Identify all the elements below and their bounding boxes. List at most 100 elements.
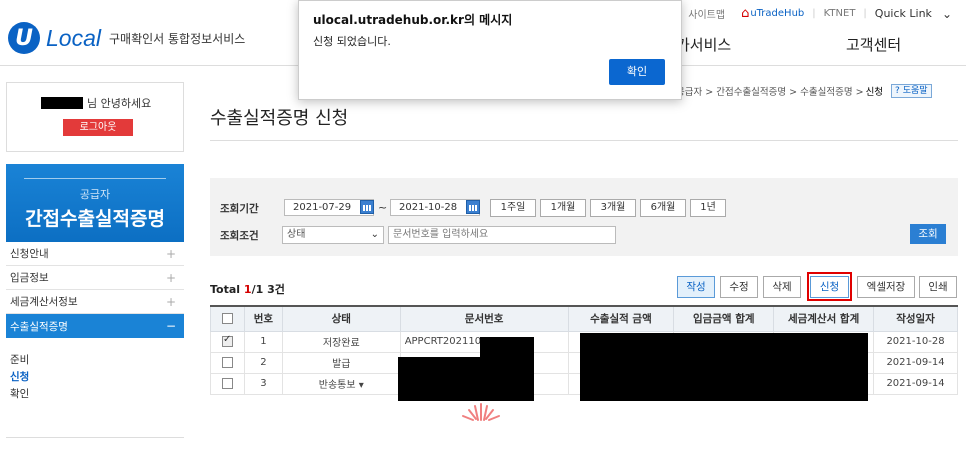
column-header: 수출실적 금액 xyxy=(567,305,675,332)
sidebar-item-export-proof[interactable]: 수출실적증명 − xyxy=(6,314,184,338)
status-select-value: 상태 xyxy=(287,229,306,240)
ktnet-link[interactable]: KTNET xyxy=(824,8,856,19)
gnb-customer-center[interactable]: 고객센터 xyxy=(846,34,901,55)
divider: | xyxy=(863,8,867,19)
breadcrumb-current: 신청 xyxy=(865,87,884,98)
select-all-checkbox[interactable] xyxy=(221,313,233,325)
total-count: Total 1/1 3건 xyxy=(210,281,285,297)
submenu-item-prepare[interactable]: 준비 xyxy=(10,352,184,369)
help-icon: ? xyxy=(895,86,900,96)
period-3month-button[interactable]: 3개월 xyxy=(590,199,636,217)
status-select[interactable]: 상태 ⌄ xyxy=(282,226,384,244)
minus-icon: − xyxy=(165,319,176,333)
table-header-row: 번호 상태 문서번호 수출실적 금액 입금금액 합계 세금계산서 합계 작성일자 xyxy=(210,305,958,332)
utradehub-label: uTradeHub xyxy=(750,8,805,19)
search-panel: 조회기간 2021-07-29 ~ 2021-10-28 1주일 1개월 3개월… xyxy=(210,178,958,256)
doc-number-input[interactable]: 문서번호를 입력하세요 xyxy=(388,226,616,244)
utradehub-link[interactable]: ⌂ uTradeHub xyxy=(733,6,804,21)
divider xyxy=(210,140,958,141)
excel-save-button[interactable]: 엑셀저장 xyxy=(857,276,915,298)
period-1week-button[interactable]: 1주일 xyxy=(490,199,536,217)
submenu-item-apply[interactable]: 신청 xyxy=(10,369,184,386)
redaction-mask xyxy=(580,333,868,401)
sitemap-link[interactable]: 사이트맵 xyxy=(688,6,725,21)
column-header: 번호 xyxy=(243,305,283,332)
row-status: 발급 xyxy=(281,351,401,374)
page-title: 수출실적증명 신청 xyxy=(210,108,349,129)
menu-title-sub: 공급자 xyxy=(79,188,111,201)
row-date: 2021-09-14 xyxy=(873,351,958,374)
sidebar-item-deposit[interactable]: 입금정보 + xyxy=(6,266,184,290)
sidebar-item-label: 세금계산서정보 xyxy=(10,296,78,308)
logo-mark-icon: U xyxy=(8,22,40,54)
row-check-cell xyxy=(210,351,245,374)
breadcrumb-path: 공급자 > 간접수출실적증명 > 수출실적증명 > xyxy=(676,87,864,98)
period-1month-button[interactable]: 1개월 xyxy=(540,199,586,217)
row-status: 저장완료 xyxy=(281,330,401,353)
redaction-mask xyxy=(398,357,534,401)
calendar-icon[interactable] xyxy=(360,200,374,214)
help-label: 도움말 xyxy=(902,86,928,96)
column-header: 작성일자 xyxy=(873,305,958,332)
current-page: 1 xyxy=(243,283,252,296)
sidebar-item-label: 수출실적증명 xyxy=(10,320,68,333)
dialog-ok-button[interactable]: 확인 xyxy=(609,59,665,85)
help-button[interactable]: ? 도움말 xyxy=(891,84,932,98)
logo-subtitle: 구매확인서 통합정보서비스 xyxy=(108,31,246,46)
column-header: 세금계산서 합계 xyxy=(773,305,875,332)
tilde: ~ xyxy=(378,201,388,214)
row-checkbox[interactable] xyxy=(221,334,233,347)
dialog-title: ulocal.utradehub.or.kr의 메시지 xyxy=(313,13,513,27)
sidebar-item-tax-invoice[interactable]: 세금계산서정보 + xyxy=(6,290,184,314)
sidebar-item-guide[interactable]: 신청안내 + xyxy=(6,242,184,266)
caret-down-icon: ▾ xyxy=(358,380,364,391)
column-header: 문서번호 xyxy=(399,305,569,332)
total-pages: /1 xyxy=(251,283,264,296)
plus-icon: + xyxy=(165,246,176,261)
print-button[interactable]: 인쇄 xyxy=(919,276,957,298)
logo[interactable]: U Local 구매확인서 통합정보서비스 xyxy=(8,22,245,54)
row-number: 1 xyxy=(243,330,283,353)
row-status-reject[interactable]: 반송통보 ▾ xyxy=(281,372,401,395)
sidebar-item-label: 입금정보 xyxy=(10,272,49,284)
calendar-icon[interactable] xyxy=(466,200,480,214)
logout-button[interactable]: 로그아웃 xyxy=(63,119,133,136)
column-header: 입금금액 합계 xyxy=(673,305,775,332)
row-date: 2021-09-14 xyxy=(873,372,958,395)
row-status-label: 반송통보 xyxy=(318,380,356,391)
total-label: Total xyxy=(210,283,241,296)
home-icon: ⌂ xyxy=(741,6,750,21)
utility-bar: 사이트맵 ⌂ uTradeHub | KTNET | Quick Link ⌄ xyxy=(680,6,952,21)
greeting-text: 님 안녕하세요 xyxy=(87,97,152,110)
condition-label: 조회조건 xyxy=(220,230,259,242)
row-number: 2 xyxy=(243,351,283,374)
write-button[interactable]: 작성 xyxy=(677,276,715,298)
plus-icon: + xyxy=(165,270,176,285)
row-number: 3 xyxy=(243,372,283,395)
row-date: 2021-10-28 xyxy=(873,330,958,353)
edit-button[interactable]: 수정 xyxy=(720,276,758,298)
redaction-mask xyxy=(480,337,534,359)
user-name-redacted xyxy=(41,97,83,109)
chevron-down-icon[interactable]: ⌄ xyxy=(942,7,952,21)
sidebar: 님 안녕하세요 로그아웃 공급자 간접수출실적증명 신청안내 + 입금정보 + … xyxy=(6,82,184,438)
quick-link-select[interactable]: Quick Link xyxy=(875,7,932,20)
logo-text: Local xyxy=(46,24,101,51)
page: U Local 구매확인서 통합정보서비스 사이트맵 ⌂ uTradeHub |… xyxy=(0,0,966,466)
delete-button[interactable]: 삭제 xyxy=(763,276,801,298)
period-6month-button[interactable]: 6개월 xyxy=(640,199,686,217)
row-check-cell xyxy=(210,372,245,395)
sidebar-item-label: 신청안내 xyxy=(10,248,49,260)
period-1year-button[interactable]: 1년 xyxy=(690,199,726,217)
user-greeting: 님 안녕하세요 xyxy=(41,95,151,111)
row-checkbox[interactable] xyxy=(221,377,233,389)
search-button[interactable]: 조회 xyxy=(910,224,946,244)
alert-dialog: ulocal.utradehub.or.kr의 메시지 신청 되었습니다. 확인 xyxy=(298,0,682,100)
chevron-down-icon: ⌄ xyxy=(370,229,379,240)
menu-title: 공급자 간접수출실적증명 xyxy=(6,164,184,242)
record-count: 3건 xyxy=(267,283,285,296)
submenu-item-confirm[interactable]: 확인 xyxy=(10,386,184,403)
row-checkbox[interactable] xyxy=(221,356,233,368)
column-header: 상태 xyxy=(281,305,401,332)
gnb-service[interactable]: 가서비스 xyxy=(676,34,731,55)
